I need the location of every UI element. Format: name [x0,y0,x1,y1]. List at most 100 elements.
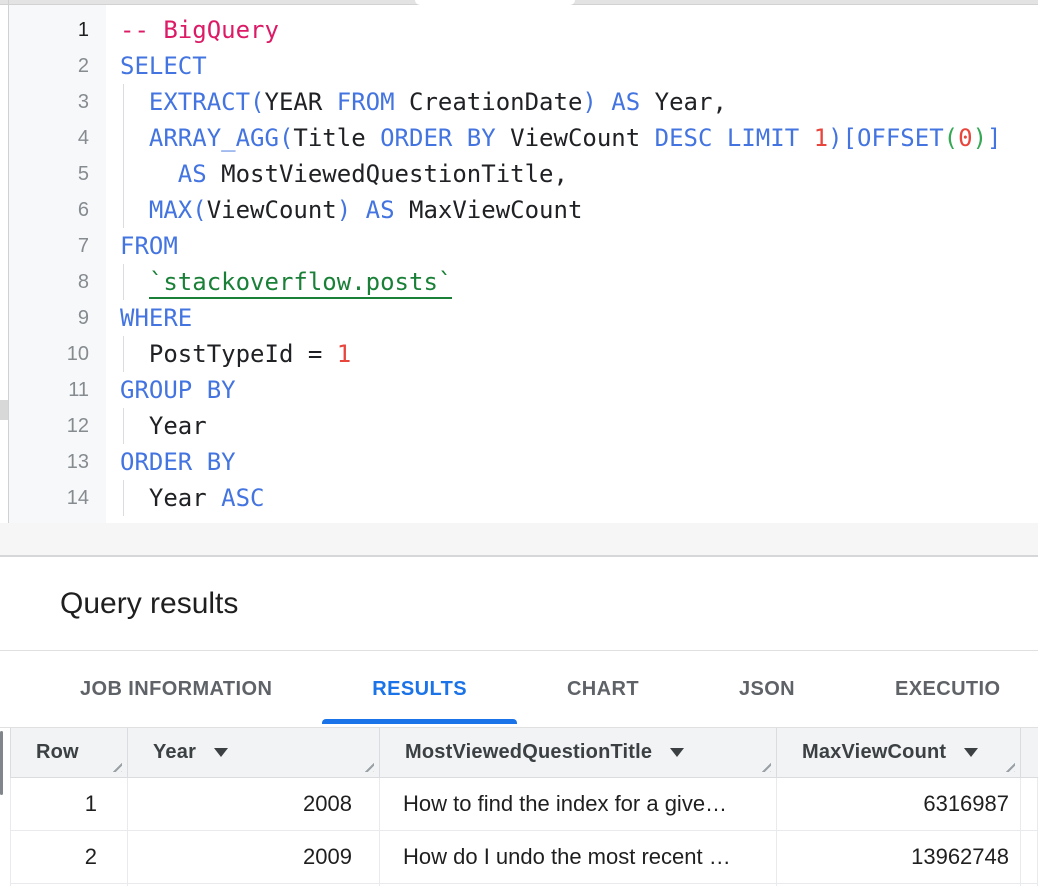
sql-editor[interactable]: 1 -- BigQuery2SELECT3 EXTRACT(YEAR FROM C… [0,5,1038,523]
column-resize-grip-icon[interactable] [758,759,771,772]
code-line[interactable]: 3 EXTRACT(YEAR FROM CreationDate) AS Yea… [0,84,1038,120]
column-header-spacer[interactable] [1021,728,1038,778]
token-keyword: EXTRACT( [149,88,265,116]
table-cell [1021,778,1038,831]
table-cell: How to find the index for a give… [380,778,777,831]
code-text: ORDER BY [120,444,236,480]
token-plain: Title [293,124,380,152]
code-line[interactable]: 8 `stackoverflow.posts` [0,264,1038,300]
column-header-mostviewedquestiontitle[interactable]: MostViewedQuestionTitle [380,728,777,778]
results-table: Row Year MostViewedQuestionTitle MaxViewCou… [0,727,1038,886]
token-plain: Year [120,484,221,512]
tab-job-information[interactable]: JOB INFORMATION [30,651,322,727]
table-cell: 2008 [128,778,380,831]
code-line[interactable]: 11GROUP BY [0,372,1038,408]
token-plain [120,88,149,116]
code-line[interactable]: 7FROM [0,228,1038,264]
sort-caret-icon[interactable] [964,748,978,757]
token-number: 0 [958,124,972,152]
tab-json[interactable]: JSON [689,651,845,727]
code-text: -- BigQuery [120,12,279,48]
token-plain: ViewCount [510,124,655,152]
column-header-year[interactable]: Year [128,728,380,778]
line-number: 13 [0,444,106,480]
token-table: `stackoverflow.posts` [149,268,452,299]
token-plain: PostTypeId = [120,340,337,368]
table-row: 12008How to find the index for a give…63… [10,778,1038,831]
token-keyword: FROM [322,88,409,116]
column-label: MaxViewCount [802,741,946,764]
tab-label: RESULTS [372,678,467,701]
table-cell: 1 [10,778,128,831]
tab-executio[interactable]: EXECUTIO [845,651,1038,727]
code-line[interactable]: 6 MAX(ViewCount) AS MaxViewCount [0,192,1038,228]
token-plain: YEAR [265,88,323,116]
token-keyword: AS [178,160,221,188]
code-text: Year ASC [120,480,265,516]
line-number: 7 [0,228,106,264]
results-tabs: JOB INFORMATION RESULTS CHART JSON EXECUTIO [0,651,1038,727]
table-cell: 6316987 [777,778,1021,831]
line-number: 1 [0,12,106,48]
token-plain [120,196,149,224]
code-lines: 1 -- BigQuery2SELECT3 EXTRACT(YEAR FROM C… [0,5,1038,516]
table-cell [1021,831,1038,884]
token-paren: ) [973,124,987,152]
column-resize-grip-icon[interactable] [361,759,374,772]
tab-label: CHART [567,678,639,701]
code-line[interactable]: 12 Year [0,408,1038,444]
code-text: WHERE [120,300,192,336]
code-line[interactable]: 5 AS MostViewedQuestionTitle, [0,156,1038,192]
sort-caret-icon[interactable] [670,748,684,757]
line-number: 8 [0,264,106,300]
line-number: 6 [0,192,106,228]
code-line[interactable]: 9 WHERE [0,300,1038,336]
token-plain: ViewCount [207,196,337,224]
bigquery-editor-screen: 1 -- BigQuery2SELECT3 EXTRACT(YEAR FROM C… [0,0,1038,886]
code-line[interactable]: 14 Year ASC [0,480,1038,516]
tab-label: JOB INFORMATION [80,678,272,701]
code-text: PostTypeId = 1 [120,336,351,372]
code-line[interactable]: 1 -- BigQuery [0,12,1038,48]
splitter-handle[interactable] [0,400,8,420]
token-keyword: ARRAY_AGG( [149,124,294,152]
column-label: MostViewedQuestionTitle [405,741,652,764]
column-label: Row [36,741,79,764]
token-plain: CreationDate [409,88,582,116]
code-line[interactable]: 10 PostTypeId = 1 [0,336,1038,372]
line-number: 14 [0,480,106,516]
column-resize-grip-icon[interactable] [109,759,122,772]
code-line[interactable]: 4 ARRAY_AGG(Title ORDER BY ViewCount DES… [0,120,1038,156]
column-resize-grip-icon[interactable] [1002,759,1015,772]
token-plain: MaxViewCount [409,196,582,224]
tab-label: JSON [739,678,795,701]
code-text: `stackoverflow.posts` [120,264,452,300]
query-results-title: Query results [60,557,238,650]
code-text: Year [120,408,207,444]
table-cell: 2 [10,831,128,884]
table-cell: How do I undo the most recent … [380,831,777,884]
table-row: 22009How do I undo the most recent …1396… [10,831,1038,884]
active-tab-underline [322,719,517,724]
editor-scroll-area[interactable] [0,523,1038,555]
table-cell: 13962748 [777,831,1021,884]
token-plain: MostViewedQuestionTitle, [221,160,568,188]
vertical-scrollbar-thumb[interactable] [0,731,3,795]
token-keyword: ) AS [582,88,654,116]
column-header-maxviewcount[interactable]: MaxViewCount [777,728,1021,778]
token-plain: Year, [655,88,727,116]
token-keyword: MAX( [149,196,207,224]
table-header-row: Row Year MostViewedQuestionTitle MaxViewCou… [10,728,1038,778]
code-line[interactable]: 13 ORDER BY [0,444,1038,480]
tab-results[interactable]: RESULTS [322,651,517,727]
token-keyword: GROUP BY [120,376,236,404]
token-keyword: ) AS [337,196,409,224]
sort-caret-icon[interactable] [214,748,228,757]
tab-chart[interactable]: CHART [517,651,689,727]
column-header-row[interactable]: Row [10,728,128,778]
line-number: 9 [0,300,106,336]
token-plain [120,124,149,152]
token-keyword: WHERE [120,304,192,332]
code-line[interactable]: 2SELECT [0,48,1038,84]
line-number: 10 [0,336,106,372]
